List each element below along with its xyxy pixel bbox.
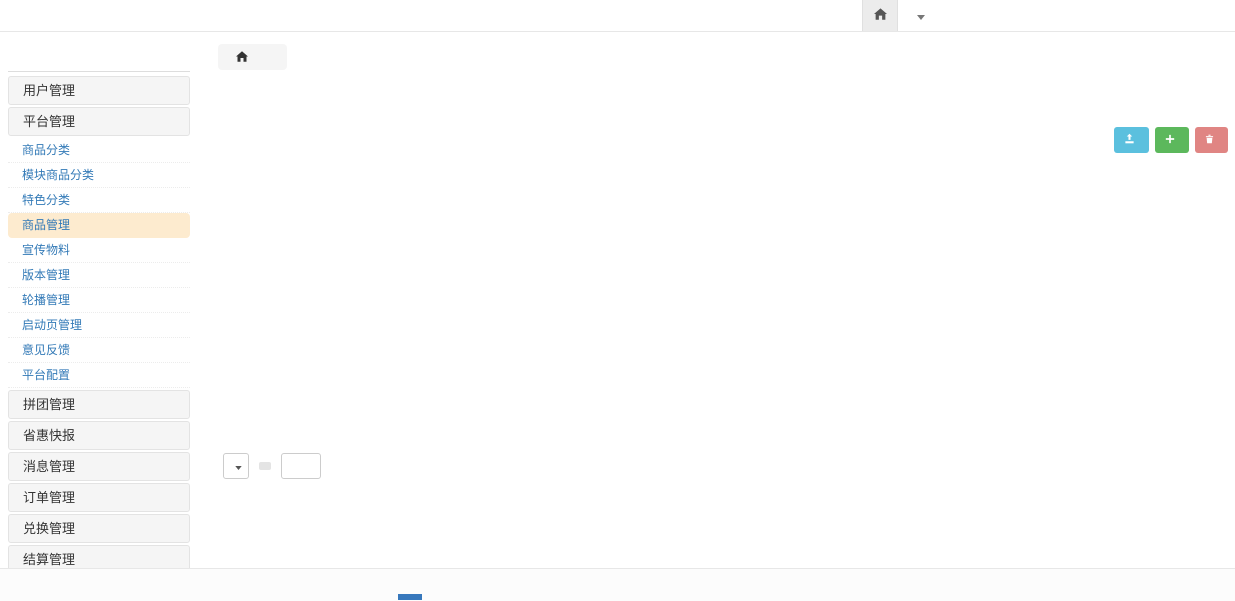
trash-icon xyxy=(1205,133,1214,147)
sidebar-item-carousel-management[interactable]: 轮播管理 xyxy=(8,288,190,313)
sidebar-item-promo-materials[interactable]: 宣传物料 xyxy=(8,238,190,263)
sidebar-item-module-product-category[interactable]: 模块商品分类 xyxy=(8,163,190,188)
add-button[interactable] xyxy=(1155,127,1189,153)
sidebar-item-platform-management[interactable]: 平台管理 xyxy=(8,107,190,136)
toolbar xyxy=(218,127,1228,153)
sidebar-item-product-category[interactable]: 商品分类 xyxy=(8,138,190,163)
sidebar-title xyxy=(8,55,190,72)
sidebar-item-version-management[interactable]: 版本管理 xyxy=(8,263,190,288)
import-excel-button[interactable] xyxy=(1114,127,1149,153)
footer xyxy=(0,568,1235,601)
sidebar-menu: 用户管理平台管理商品分类模块商品分类特色分类商品管理宣传物料版本管理轮播管理启动… xyxy=(8,76,190,574)
home-icon xyxy=(874,8,887,23)
sidebar-item-feature-category[interactable]: 特色分类 xyxy=(8,188,190,213)
sidebar-item-order-management[interactable]: 订单管理 xyxy=(8,483,190,512)
jump-page-input[interactable] xyxy=(281,453,321,479)
header-right xyxy=(862,0,925,31)
page-size-select[interactable] xyxy=(223,453,249,479)
sidebar: 用户管理平台管理商品分类模块商品分类特色分类商品管理宣传物料版本管理轮播管理启动… xyxy=(8,55,190,575)
sidebar-item-feedback[interactable]: 意见反馈 xyxy=(8,338,190,363)
sidebar-item-user-management[interactable]: 用户管理 xyxy=(8,76,190,105)
plus-icon xyxy=(1165,133,1175,147)
pagination-summary xyxy=(218,452,326,480)
caret-down-icon xyxy=(235,459,242,473)
sidebar-item-savings-express[interactable]: 省惠快报 xyxy=(8,421,190,450)
sidebar-submenu: 商品分类模块商品分类特色分类商品管理宣传物料版本管理轮播管理启动页管理意见反馈平… xyxy=(8,138,190,388)
caret-down-icon xyxy=(917,9,925,23)
batch-delete-button[interactable] xyxy=(1195,127,1228,153)
home-button[interactable] xyxy=(862,0,898,31)
user-menu[interactable] xyxy=(912,9,925,23)
upload-icon xyxy=(1124,133,1135,147)
sidebar-item-group-buy-management[interactable]: 拼团管理 xyxy=(8,390,190,419)
sidebar-item-product-management[interactable]: 商品管理 xyxy=(8,213,190,238)
sidebar-item-message-management[interactable]: 消息管理 xyxy=(8,452,190,481)
jump-button[interactable] xyxy=(259,462,271,470)
sidebar-item-exchange-management[interactable]: 兑换管理 xyxy=(8,514,190,543)
bottom-blue-bar xyxy=(398,594,422,600)
sidebar-item-platform-config[interactable]: 平台配置 xyxy=(8,363,190,388)
breadcrumb xyxy=(218,44,287,70)
sidebar-item-splash-page-management[interactable]: 启动页管理 xyxy=(8,313,190,338)
top-header xyxy=(0,0,1235,32)
breadcrumb-home-icon xyxy=(236,51,248,65)
